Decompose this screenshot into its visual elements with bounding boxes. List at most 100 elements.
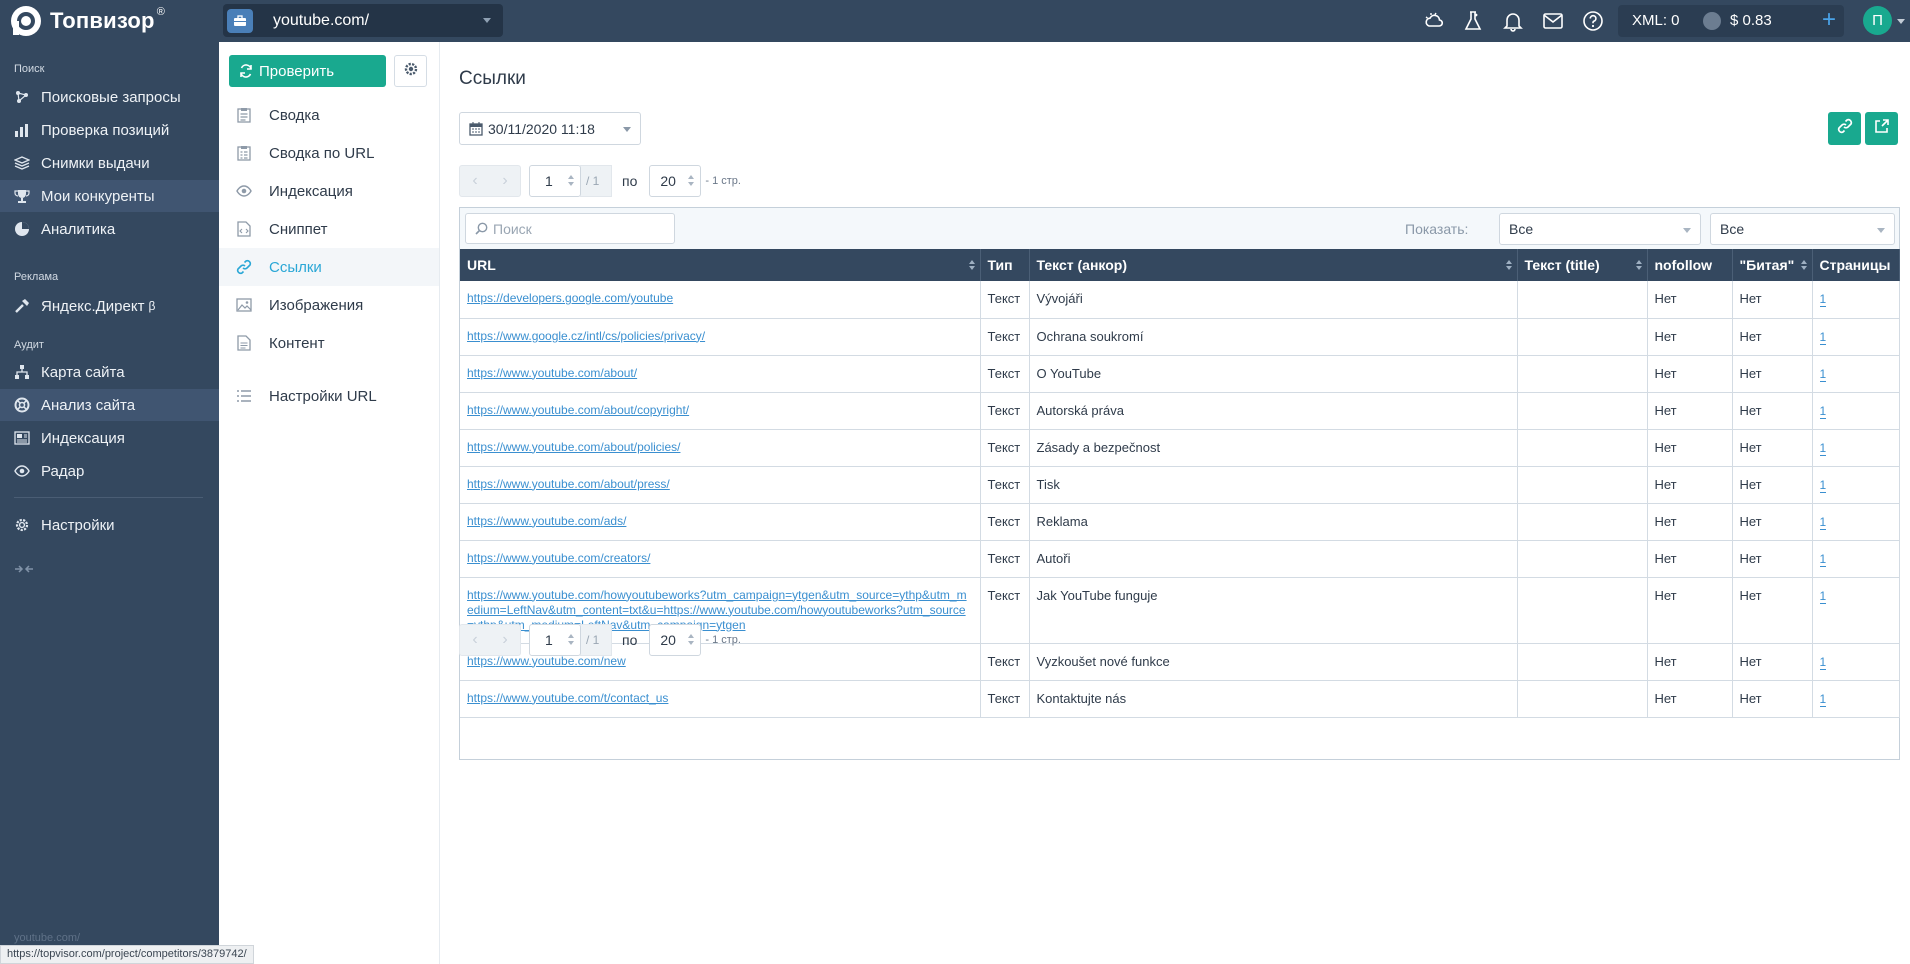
cell-title: [1517, 466, 1648, 504]
pages-link[interactable]: 1: [1819, 588, 1827, 604]
links-export-button[interactable]: [1828, 112, 1861, 145]
spinner-icon[interactable]: [568, 634, 574, 645]
collapse-sidebar-icon[interactable]: [14, 562, 34, 577]
column-header-anchor[interactable]: Текст (анкор): [1029, 249, 1518, 281]
show-filter-select-1[interactable]: Все: [1499, 213, 1701, 245]
pages-link[interactable]: 1: [1819, 691, 1827, 707]
sidebar-item-competitors[interactable]: Мои конкуренты: [0, 180, 219, 212]
prev-page-icon[interactable]: ‹: [472, 172, 477, 190]
chevron-down-icon[interactable]: [1897, 19, 1905, 24]
sidebar-item-search-queries[interactable]: Поисковые запросы: [0, 81, 219, 113]
spinner-icon[interactable]: [688, 175, 695, 186]
check-button-label: Проверить: [259, 62, 335, 80]
nofollow-value: Нет: [1654, 328, 1677, 344]
search-placeholder: Поиск: [493, 220, 532, 237]
column-label: Текст (анкор): [1036, 257, 1128, 273]
pages-link[interactable]: 1: [1819, 477, 1827, 493]
export-button[interactable]: [1865, 112, 1898, 145]
cell-anchor: Ochrana soukromí: [1029, 318, 1518, 356]
link-url[interactable]: https://www.youtube.com/about/policies/: [467, 440, 680, 454]
link-url[interactable]: https://www.youtube.com/about/copyright/: [467, 403, 689, 417]
subnav-item-url-settings[interactable]: Настройки URL: [219, 377, 439, 415]
sidebar-item-yandex-direct[interactable]: Яндекс.Директ β: [0, 290, 219, 322]
subnav-item-content[interactable]: Контент: [219, 324, 439, 362]
column-header-title[interactable]: Текст (title): [1517, 249, 1648, 281]
show-filter-select-2[interactable]: Все: [1710, 213, 1895, 245]
pages-link[interactable]: 1: [1819, 403, 1827, 419]
link-url[interactable]: https://www.youtube.com/t/contact_us: [467, 691, 668, 705]
column-header-nofollow[interactable]: nofollow: [1647, 249, 1733, 281]
prev-page-icon[interactable]: ‹: [472, 631, 477, 649]
spinner-icon[interactable]: [688, 634, 695, 645]
sidebar-footer-project[interactable]: youtube.com/: [14, 932, 80, 944]
pages-link[interactable]: 1: [1819, 551, 1827, 567]
pages-link[interactable]: 1: [1819, 292, 1827, 307]
audit-settings-button[interactable]: [394, 55, 427, 87]
link-url[interactable]: https://www.google.cz/intl/cs/policies/p…: [467, 329, 705, 343]
pages-link[interactable]: 1: [1819, 654, 1827, 670]
pages-link[interactable]: 1: [1819, 440, 1827, 456]
balance-amount[interactable]: $ 0.83: [1730, 12, 1772, 29]
subnav-item-snippet[interactable]: Сниппет: [219, 210, 439, 248]
xml-counter[interactable]: XML: 0: [1632, 12, 1680, 29]
check-button[interactable]: Проверить: [229, 55, 386, 87]
add-funds-button[interactable]: +: [1822, 6, 1836, 34]
subnav-item-links[interactable]: Ссылки: [219, 248, 439, 286]
pages-link[interactable]: 1: [1819, 329, 1827, 345]
nofollow-value: Нет: [1654, 365, 1677, 381]
section-title-ads: Реклама: [14, 271, 59, 283]
column-header-pages[interactable]: Страницы: [1812, 249, 1900, 281]
briefcase-icon: [227, 8, 253, 33]
column-header-url[interactable]: URL: [460, 249, 981, 281]
sidebar-item-radar[interactable]: Радар: [0, 455, 219, 487]
subnav-item-summary[interactable]: Сводка: [219, 96, 439, 134]
next-page-icon[interactable]: ›: [502, 631, 507, 649]
select-value: Все: [1509, 221, 1534, 237]
pages-link[interactable]: 1: [1819, 514, 1827, 530]
sort-icon: [1800, 260, 1807, 270]
cell-type: Текст: [980, 355, 1030, 393]
beta-badge: β: [148, 299, 156, 313]
cell-nofollow: Нет: [1647, 392, 1733, 430]
sidebar-item-snapshots[interactable]: Снимки выдачи: [0, 147, 219, 179]
sidebar-item-sitemap[interactable]: Карта сайта: [0, 356, 219, 388]
link-url[interactable]: https://www.youtube.com/ads/: [467, 514, 626, 528]
bar-chart-icon: [14, 122, 30, 138]
project-selector[interactable]: youtube.com/: [223, 4, 503, 37]
avatar[interactable]: П: [1863, 6, 1892, 35]
weather-icon[interactable]: [1422, 9, 1446, 33]
sidebar-item-site-audit[interactable]: Анализ сайта: [0, 389, 219, 421]
link-url[interactable]: https://www.youtube.com/about/press/: [467, 477, 670, 491]
page-number-input[interactable]: 1: [529, 624, 581, 656]
sidebar-item-positions[interactable]: Проверка позиций: [0, 114, 219, 146]
search-input[interactable]: Поиск: [465, 213, 675, 244]
subnav-item-url-summary[interactable]: Сводка по URL: [219, 134, 439, 172]
bell-icon[interactable]: [1501, 9, 1525, 33]
per-page-input[interactable]: 20: [649, 165, 702, 197]
link-url[interactable]: https://developers.google.com/youtube: [467, 291, 673, 305]
pages-link[interactable]: 1: [1819, 366, 1827, 382]
refresh-icon: [239, 64, 253, 78]
spinner-icon[interactable]: [568, 175, 574, 186]
page-number-input[interactable]: 1: [529, 165, 581, 197]
date-picker[interactable]: 30/11/2020 11:18: [459, 112, 641, 145]
subnav-item-label: Ссылки: [269, 258, 322, 276]
flask-icon[interactable]: [1461, 9, 1485, 33]
link-url[interactable]: https://www.youtube.com/about/: [467, 366, 637, 380]
per-page-input[interactable]: 20: [649, 624, 702, 656]
link-type: Текст: [987, 550, 1021, 566]
sidebar-item-indexing[interactable]: Индексация: [0, 422, 219, 454]
mail-icon[interactable]: [1541, 9, 1565, 33]
column-header-type[interactable]: Тип: [980, 249, 1030, 281]
cell-title: [1517, 540, 1648, 578]
sidebar-item-settings[interactable]: Настройки: [0, 509, 219, 541]
subnav-item-indexing[interactable]: Индексация: [219, 172, 439, 210]
subnav-item-images[interactable]: Изображения: [219, 286, 439, 324]
trophy-icon: [14, 188, 30, 204]
help-icon[interactable]: [1581, 9, 1605, 33]
sidebar-item-analytics[interactable]: Аналитика: [0, 213, 219, 245]
column-header-broken[interactable]: "Битая": [1732, 249, 1813, 281]
next-page-icon[interactable]: ›: [502, 172, 507, 190]
logo[interactable]: Топвизор ®: [10, 3, 165, 39]
link-url[interactable]: https://www.youtube.com/creators/: [467, 551, 650, 565]
